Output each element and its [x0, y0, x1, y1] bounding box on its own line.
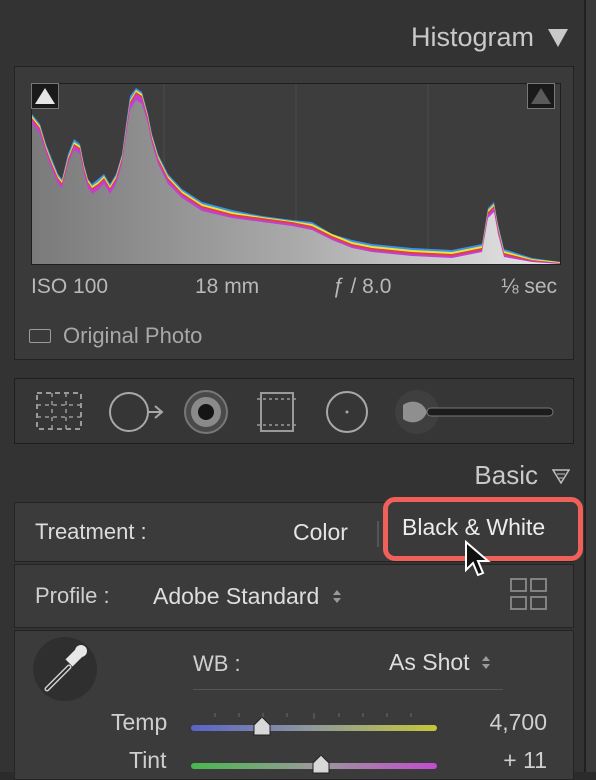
- tint-slider-thumb[interactable]: [312, 755, 330, 775]
- divider: [193, 689, 503, 690]
- treatment-black-white-label: Black & White: [402, 514, 546, 540]
- treatment-label: Treatment :: [35, 519, 147, 544]
- exif-aperture: ƒ / 8.0: [333, 275, 392, 298]
- temp-slider-thumb[interactable]: [253, 717, 271, 737]
- temp-slider-ticks: [214, 713, 412, 719]
- wb-label: WB :: [193, 651, 241, 676]
- histogram-panel: ISO 100 18 mm ƒ / 8.0 ⅛ sec Original Pho…: [14, 66, 574, 360]
- white-balance-section: WB : As Shot Temp 4,700 Tint + 11: [14, 630, 574, 780]
- wb-value: As Shot: [389, 649, 470, 675]
- tint-value[interactable]: + 11: [503, 747, 547, 774]
- updown-chevron-icon: [481, 656, 490, 669]
- profile-browser-grid-icon[interactable]: [509, 577, 549, 613]
- radial-filter-icon[interactable]: [323, 387, 371, 437]
- profile-dropdown[interactable]: Adobe Standard: [153, 583, 342, 610]
- shadow-clipping-toggle[interactable]: [31, 83, 59, 109]
- temp-label: Temp: [111, 709, 168, 735]
- wb-selector-button[interactable]: [33, 637, 97, 701]
- original-photo-label: Original Photo: [63, 323, 203, 348]
- treatment-color-button[interactable]: Color: [293, 519, 348, 546]
- crop-overlay-icon[interactable]: [33, 387, 85, 435]
- exif-iso: ISO 100: [31, 275, 109, 298]
- collapse-triangle-icon[interactable]: [552, 468, 570, 484]
- collapse-triangle-icon[interactable]: [548, 28, 568, 47]
- panel-scrollbar[interactable]: [584, 0, 596, 772]
- profile-value: Adobe Standard: [153, 583, 320, 609]
- updown-chevron-icon: [333, 590, 342, 603]
- temp-slider-track[interactable]: [191, 725, 437, 731]
- divider: [377, 521, 379, 547]
- basic-panel-header[interactable]: Basic: [474, 460, 570, 491]
- tool-strip: [14, 378, 574, 444]
- triangle-icon: [531, 88, 551, 104]
- graduated-filter-icon[interactable]: [255, 387, 299, 437]
- exif-shutter: ⅛ sec: [501, 275, 558, 298]
- basic-title: Basic: [474, 460, 538, 490]
- original-photo-toggle[interactable]: Original Photo: [29, 323, 202, 349]
- temp-value[interactable]: 4,700: [489, 709, 547, 736]
- wb-dropdown[interactable]: As Shot: [389, 649, 490, 676]
- histogram-graph[interactable]: [31, 83, 561, 265]
- profile-label: Profile :: [35, 583, 110, 608]
- tint-label: Tint: [129, 747, 167, 773]
- exif-focal-length: 18 mm: [195, 275, 260, 298]
- mouse-pointer-icon: [465, 540, 491, 577]
- original-photo-checkbox[interactable]: [29, 329, 51, 343]
- triangle-icon: [35, 88, 55, 104]
- highlight-clipping-toggle[interactable]: [527, 83, 555, 109]
- histogram-panel-header[interactable]: Histogram: [411, 22, 568, 53]
- spot-removal-icon[interactable]: [107, 387, 167, 437]
- eyedropper-icon: [44, 645, 87, 692]
- histogram-title: Histogram: [410, 22, 534, 52]
- red-eye-icon[interactable]: [181, 387, 231, 437]
- adjustment-brush-icon[interactable]: [393, 387, 559, 437]
